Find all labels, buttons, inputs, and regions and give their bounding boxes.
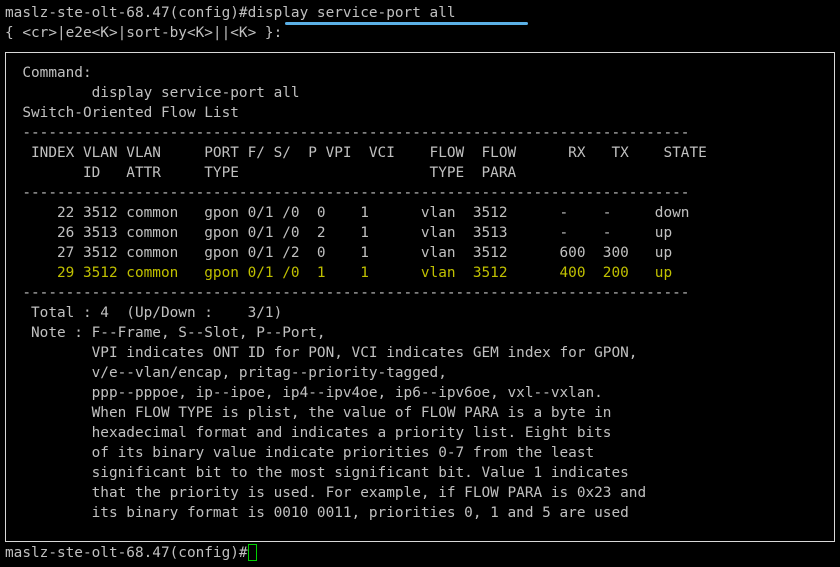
table-header-line-1: INDEX VLAN VLAN PORT F/ S/ P VPI VCI FLO… [5, 145, 707, 161]
note-line: that the priority is used. For example, … [5, 485, 647, 501]
command-label: Command: [5, 65, 92, 81]
terminal-window[interactable]: maslz-ste-olt-68.47(config)#display serv… [0, 0, 840, 567]
command-line: maslz-ste-olt-68.47(config)#display serv… [5, 3, 456, 23]
table-row-highlighted: 29 3512 common gpon 0/1 /0 1 1 vlan 3512… [5, 265, 673, 281]
final-prompt-line[interactable]: maslz-ste-olt-68.47(config)# [5, 543, 257, 563]
table-row: 22 3512 common gpon 0/1 /0 0 1 vlan 3512… [5, 205, 690, 221]
command-text: display service-port all [247, 5, 456, 21]
separator-bottom: ----------------------------------------… [5, 285, 690, 301]
table-row: 26 3513 common gpon 0/1 /0 2 1 vlan 3513… [5, 225, 673, 241]
prompt-text: maslz-ste-olt-68.47(config)# [5, 5, 248, 21]
note-line: its binary format is 0010 0011, prioriti… [5, 505, 629, 521]
note-line: of its binary value indicate priorities … [5, 445, 595, 461]
note-line: When FLOW TYPE is plist, the value of FL… [5, 405, 612, 421]
command-echo: display service-port all [5, 85, 300, 101]
separator-header: ----------------------------------------… [5, 185, 690, 201]
separator-top: ----------------------------------------… [5, 125, 690, 141]
command-underline-annotation [285, 22, 528, 25]
note-line: VPI indicates ONT ID for PON, VCI indica… [5, 345, 638, 361]
note-line: significant bit to the most significant … [5, 465, 629, 481]
list-title: Switch-Oriented Flow List [5, 105, 239, 121]
note-line: v/e--vlan/encap, pritag--priority-tagged… [5, 365, 447, 381]
table-header-line-2: ID ATTR TYPE TYPE PARA [5, 165, 517, 181]
note-line: Note : F--Frame, S--Slot, P--Port, [5, 325, 326, 341]
options-hint: { <cr>|e2e<K>|sort-by<K>||<K> }: [5, 25, 283, 41]
prompt-text: maslz-ste-olt-68.47(config)# [5, 545, 248, 561]
note-line: hexadecimal format and indicates a prior… [5, 425, 612, 441]
note-line: ppp--pppoe, ip--ipoe, ip4--ipv4oe, ip6--… [5, 385, 603, 401]
text-cursor[interactable] [247, 544, 257, 561]
table-row: 27 3512 common gpon 0/1 /2 0 1 vlan 3512… [5, 245, 673, 261]
total-line: Total : 4 (Up/Down : 3/1) [5, 305, 283, 321]
